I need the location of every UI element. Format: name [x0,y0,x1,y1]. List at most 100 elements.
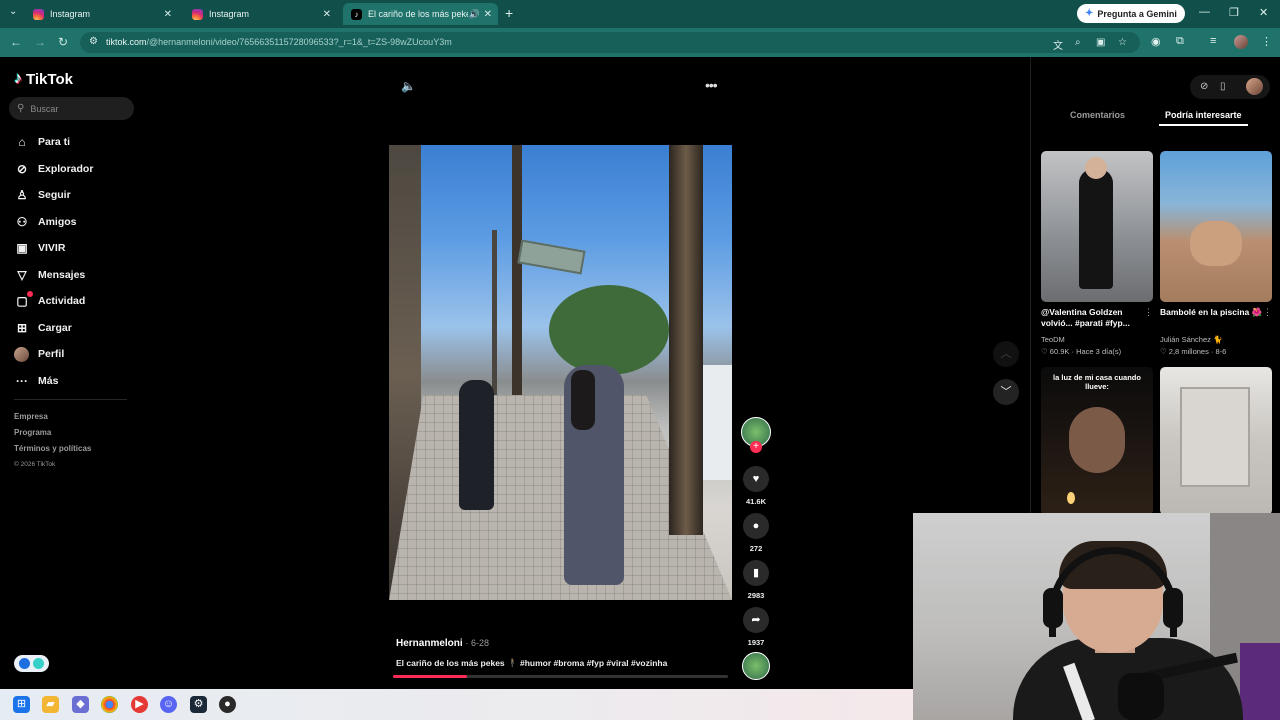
gemini-button[interactable]: ✦ Pregunta a Gemini [1077,4,1185,23]
comment-count: 272 [749,544,763,553]
follow-plus-icon[interactable]: + [750,441,762,453]
tab-title: El cariño de los más pekes [368,9,468,19]
app-icon[interactable]: ● [219,696,236,713]
steam-icon[interactable]: ⚙ [190,696,207,713]
sidebar-item-mensajes[interactable]: ▽ Mensajes [14,262,93,289]
sidebar-item-actividad[interactable]: ▢ Actividad [14,288,93,315]
video-author[interactable]: Hernanmeloni · 6-28 [396,638,489,649]
sidebar-item-amigos[interactable]: ⚇ Amigos [14,209,93,236]
suggested-video-thumbnail[interactable] [1041,151,1153,302]
address-bar[interactable]: ⚙ tiktok.com/@hernanmeloni/video/7656635… [80,32,1140,53]
back-arrow-icon[interactable]: ← [10,35,22,49]
compass-icon: ⊘ [16,161,28,176]
video-player[interactable] [389,145,732,600]
like-count: 41.6K [745,497,766,506]
coin-icon[interactable]: ⊘ [1200,81,1208,92]
suggested-video-title[interactable]: Bambolé en la piscina 🌺 [1160,307,1268,318]
media-control-icon[interactable]: ≡ [1210,35,1216,47]
browser-tab-tiktok[interactable]: ♪ El cariño de los más pekes 🔊 ✕ [343,3,498,25]
get-app-toggle[interactable] [14,655,49,672]
forward-arrow-icon[interactable]: → [34,35,46,49]
screen: ⌄ Instagram ✕ Instagram ✕ ♪ El cariño de… [0,0,1280,720]
suggested-video-thumbnail[interactable] [1160,151,1272,302]
suggested-video-author[interactable]: Julián Sánchez 🐈 [1160,335,1222,344]
footer-link-empresa[interactable]: Empresa [14,409,91,425]
previous-video-chevron-up-icon[interactable]: ︿ [993,341,1019,367]
home-icon: ⌂ [18,135,26,150]
footer-link-programa[interactable]: Programa [14,425,91,441]
footer-link-terminos[interactable]: Términos y políticas [14,441,91,457]
windows-start-icon[interactable]: ⊞ [13,696,30,713]
music-disc-avatar[interactable] [742,652,770,680]
sidebar-item-label: Actividad [38,295,86,308]
volume-icon[interactable]: 🔈 [401,79,416,93]
video-more-options-icon[interactable]: ••• [705,77,718,93]
save-count: 2983 [747,591,765,600]
browser-profile-avatar[interactable] [1234,35,1248,49]
sidebar-item-perfil[interactable]: Perfil [14,341,93,368]
device-icon[interactable]: ▯ [1220,81,1226,92]
site-settings-icon[interactable]: ⚙ [89,36,98,47]
share-arrow-icon[interactable]: ➦ [743,607,769,633]
search-input[interactable] [30,103,121,114]
browser-tab-instagram-2[interactable]: Instagram ✕ [184,3,337,25]
search-box[interactable]: ⚲ [9,97,134,120]
bookmark-star-icon[interactable]: ☆ [1118,37,1127,48]
restore-icon[interactable]: ❐ [1229,6,1239,19]
share-count: 1937 [747,638,765,647]
extensions-puzzle-icon[interactable]: ⧉ [1176,35,1184,48]
app-icon[interactable]: ◆ [72,696,89,713]
suggested-video-thumbnail[interactable]: la luz de mi casa cuando llueve: [1041,367,1153,515]
chrome-icon[interactable] [101,696,118,713]
panel-tabs: Comentarios Podría interesarte [1041,107,1273,126]
speaker-icon[interactable]: 🔊 [469,9,480,20]
tab-search-chevron-icon[interactable]: ⌄ [9,6,17,17]
sidebar-item-para-ti[interactable]: ⌂ Para ti [14,129,93,156]
sidebar-item-mas[interactable]: ··· Más [14,368,93,395]
sidebar-item-vivir[interactable]: ▣ VIVIR [14,235,93,262]
suggested-video-thumbnail[interactable] [1160,367,1272,515]
tiktok-brand-text: TikTok [26,70,73,88]
more-vertical-icon[interactable]: ⋮ [1263,307,1272,318]
browser-tab-instagram-1[interactable]: Instagram ✕ [25,3,178,25]
reload-icon[interactable]: ↻ [58,35,68,49]
more-vertical-icon[interactable]: ⋮ [1144,307,1153,318]
like-heart-icon[interactable]: ♥ [743,466,769,492]
minimize-icon[interactable]: — [1199,6,1210,18]
extension-icon[interactable]: ◉ [1151,35,1161,48]
close-icon[interactable]: ✕ [323,9,331,20]
comment-icon[interactable]: ● [743,513,769,539]
suggested-video-author[interactable]: TeoDM [1041,335,1065,344]
search-icon: ⚲ [17,103,25,114]
sidebar-item-label: VIVIR [38,242,66,255]
tab-comentarios[interactable]: Comentarios [1070,110,1125,120]
sidebar-item-cargar[interactable]: ⊞ Cargar [14,315,93,342]
sidebar-item-explorador[interactable]: ⊘ Explorador [14,156,93,183]
headset-cup [1043,588,1063,628]
thumbnail-figure [1079,169,1113,289]
user-avatar[interactable] [1246,78,1263,95]
browser-toolbar: ← → ↻ ⚙ tiktok.com/@hernanmeloni/video/7… [0,28,1280,57]
tab-podria-interesarte[interactable]: Podría interesarte [1159,110,1248,126]
sidebar-item-seguir[interactable]: ♙ Seguir [14,182,93,209]
browser-menu-icon[interactable]: ⋮ [1261,35,1272,48]
suggested-video-title[interactable]: @Valentina Goldzen volvió... #parati #fy… [1041,307,1149,329]
close-icon[interactable]: ✕ [484,9,492,20]
translate-icon[interactable]: 文 [1053,37,1063,52]
close-icon[interactable]: ✕ [164,9,172,20]
tiktok-logo[interactable]: ♪ TikTok [14,70,73,88]
media-player-icon[interactable]: ▶ [131,696,148,713]
zoom-icon[interactable]: ⌕ [1075,37,1081,48]
video-scene-tree [549,285,669,375]
file-explorer-icon[interactable]: ▰ [42,696,59,713]
next-video-chevron-down-icon[interactable]: ﹀ [993,379,1019,405]
install-app-icon[interactable]: ▣ [1096,37,1105,48]
new-tab-plus-icon[interactable]: + [505,5,513,21]
video-progress-bar[interactable] [393,675,728,678]
tab-title: Instagram [209,9,250,19]
discord-icon[interactable]: ☺ [160,696,177,713]
likes-count: ♡ 60.9K [1041,347,1070,356]
author-name[interactable]: Hernanmeloni [396,638,463,649]
window-close-icon[interactable]: ✕ [1259,6,1268,19]
bookmark-icon[interactable]: ▮ [743,560,769,586]
